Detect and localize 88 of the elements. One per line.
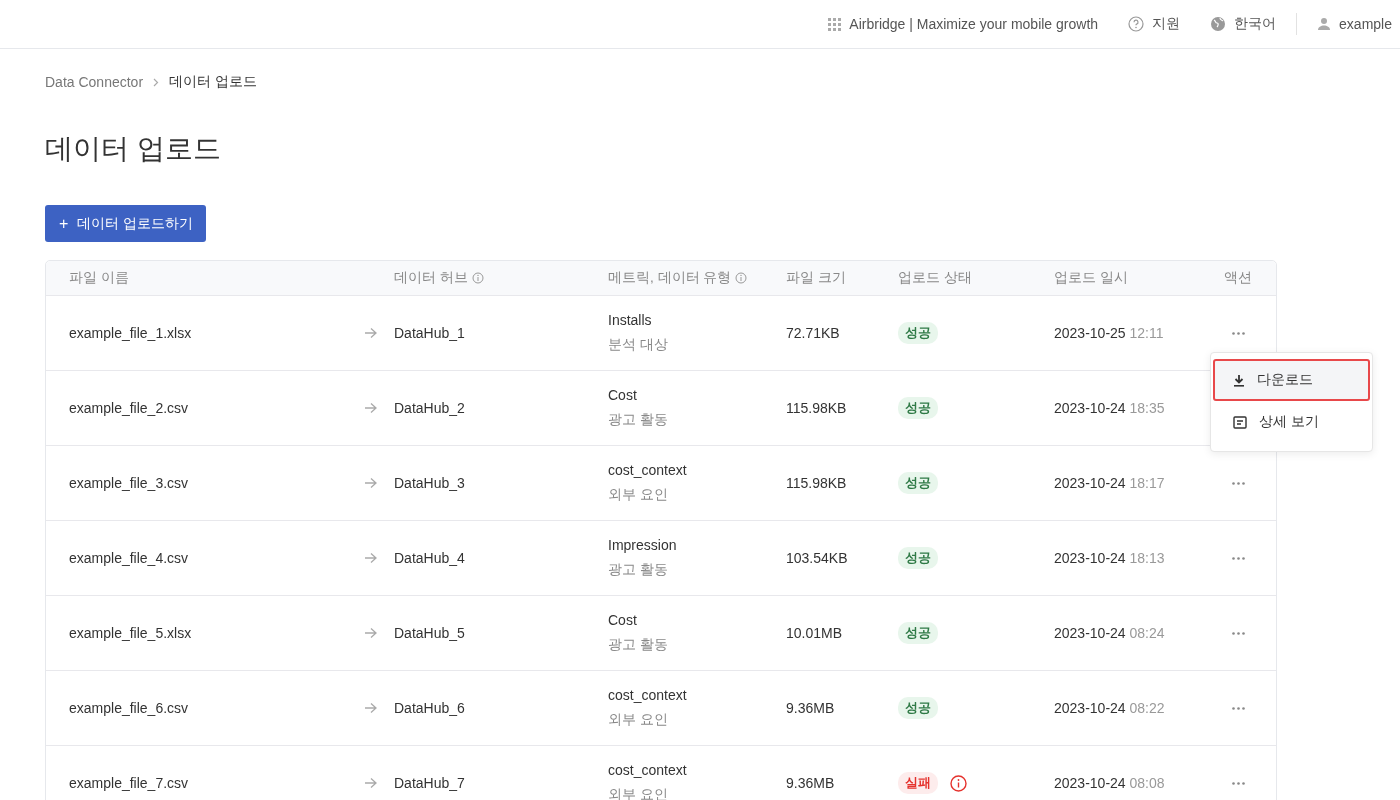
- upload-date: 2023-10-24 08:24: [1054, 625, 1165, 641]
- support-link[interactable]: 지원: [1152, 15, 1181, 33]
- column-header: 데이터 허브: [394, 269, 468, 287]
- metric-name: cost_context: [608, 462, 687, 478]
- column-header: 업로드 상태: [898, 269, 972, 287]
- more-icon[interactable]: [1231, 331, 1245, 335]
- file-name: example_file_2.csv: [69, 400, 189, 416]
- metric-name: Cost: [608, 612, 637, 628]
- file-name: example_file_3.csv: [69, 475, 189, 491]
- file-name: example_file_1.xlsx: [69, 325, 192, 341]
- data-hub-name: DataHub_5: [394, 625, 465, 641]
- arrow-right-icon: [364, 477, 378, 489]
- data-hub-name: DataHub_7: [394, 775, 465, 791]
- upload-date: 2023-10-25 12:11: [1054, 325, 1164, 341]
- data-type: 외부 요인: [608, 711, 668, 729]
- data-hub-name: DataHub_6: [394, 700, 465, 716]
- menu-item[interactable]: 다운로드: [1213, 359, 1370, 401]
- metric-name: Impression: [608, 537, 677, 553]
- status-badge: 실패: [898, 772, 938, 794]
- column-header: 업로드 일시: [1054, 269, 1128, 287]
- upload-date: 2023-10-24 18:17: [1054, 475, 1165, 491]
- data-type: 광고 활동: [608, 411, 668, 429]
- language-selector[interactable]: 한국어: [1234, 15, 1277, 33]
- page-title: 데이터 업로드: [45, 132, 222, 166]
- data-type: 외부 요인: [608, 486, 668, 504]
- upload-date: 2023-10-24 08:22: [1054, 700, 1165, 716]
- status-badge: 성공: [898, 397, 938, 419]
- user-menu[interactable]: example: [1339, 16, 1392, 32]
- arrow-right-icon: [364, 627, 378, 639]
- error-info-icon[interactable]: [950, 774, 967, 792]
- file-size: 9.36MB: [786, 775, 835, 791]
- file-size: 103.54KB: [786, 550, 848, 566]
- status-badge: 성공: [898, 622, 938, 644]
- data-type: 광고 활동: [608, 561, 668, 579]
- file-size: 10.01MB: [786, 625, 843, 641]
- breadcrumb-item: 데이터 업로드: [169, 73, 257, 91]
- file-size: 115.98KB: [786, 400, 847, 416]
- file-name: example_file_4.csv: [69, 550, 189, 566]
- upload-date: 2023-10-24 18:13: [1054, 550, 1165, 566]
- file-name: example_file_5.xlsx: [69, 625, 192, 641]
- data-type: 분석 대상: [608, 336, 668, 354]
- arrow-right-icon: [364, 327, 378, 339]
- metric-name: Cost: [608, 387, 637, 403]
- breadcrumb-item[interactable]: Data Connector: [45, 74, 144, 90]
- arrow-right-icon: [364, 702, 378, 714]
- arrow-right-icon: [364, 552, 378, 564]
- metric-name: Installs: [608, 312, 652, 328]
- more-icon[interactable]: [1231, 781, 1245, 785]
- status-badge: 성공: [898, 472, 938, 494]
- help-icon: [1128, 16, 1145, 32]
- status-badge: 성공: [898, 322, 938, 344]
- menu-item[interactable]: 상세 보기: [1213, 401, 1370, 443]
- more-icon[interactable]: [1231, 631, 1245, 635]
- file-name: example_file_7.csv: [69, 775, 189, 791]
- data-hub-name: DataHub_1: [394, 325, 465, 341]
- globe-icon: [1210, 16, 1227, 32]
- info-icon: [471, 272, 484, 284]
- column-header: 액션: [1224, 269, 1252, 287]
- more-icon[interactable]: [1231, 706, 1245, 710]
- file-size: 115.98KB: [786, 475, 847, 491]
- apps-grid-icon[interactable]: [828, 17, 842, 31]
- metric-name: cost_context: [608, 687, 687, 703]
- data-hub-name: DataHub_2: [394, 400, 465, 416]
- product-link[interactable]: Airbridge | Maximize your mobile growth: [849, 16, 1099, 32]
- data-type: 광고 활동: [608, 636, 668, 654]
- arrow-right-icon: [364, 777, 378, 789]
- document-icon: [1233, 415, 1247, 429]
- user-icon: [1317, 17, 1332, 31]
- arrow-right-icon: [364, 402, 378, 414]
- more-icon[interactable]: [1231, 481, 1245, 485]
- upload-data-button[interactable]: + 데이터 업로드하기: [45, 205, 207, 242]
- info-icon: [735, 272, 748, 284]
- file-size: 9.36MB: [786, 700, 835, 716]
- upload-date: 2023-10-24 18:35: [1054, 400, 1165, 416]
- column-header: 파일 이름: [69, 269, 129, 287]
- file-name: example_file_6.csv: [69, 700, 189, 716]
- more-icon[interactable]: [1231, 556, 1245, 560]
- column-header: 파일 크기: [786, 269, 846, 287]
- upload-date: 2023-10-24 08:08: [1054, 775, 1165, 791]
- chevron-right-icon: [153, 77, 160, 87]
- status-badge: 성공: [898, 697, 938, 719]
- data-hub-name: DataHub_4: [394, 550, 465, 566]
- data-hub-name: DataHub_3: [394, 475, 465, 491]
- metric-name: cost_context: [608, 762, 687, 778]
- file-size: 72.71KB: [786, 325, 840, 341]
- status-badge: 성공: [898, 547, 938, 569]
- column-header: 메트릭, 데이터 유형: [608, 269, 732, 287]
- download-icon: [1233, 373, 1245, 387]
